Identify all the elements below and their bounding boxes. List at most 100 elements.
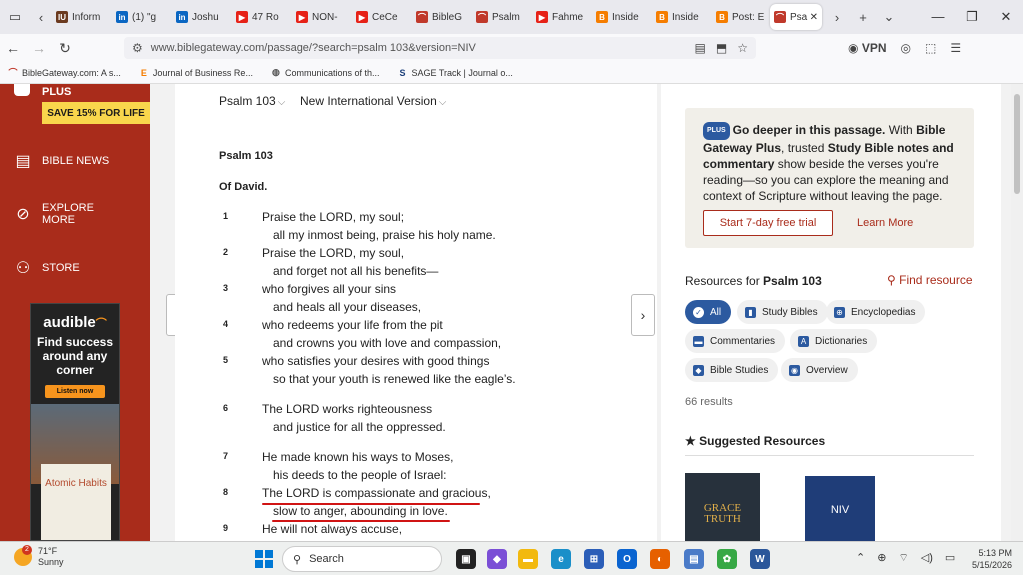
verse-line: The LORD works righteousness [262,402,433,416]
restore-icon[interactable]: ❐ [955,9,989,25]
bookmark-favicon: E [140,67,147,78]
task-view-icon[interactable]: ▣ [456,549,476,569]
chevron-up-icon[interactable]: ⌃ [856,551,865,565]
chevron-right-icon: › [640,307,646,323]
book-selector[interactable]: Psalm 103 ⌵ [219,94,285,108]
notepad-icon[interactable]: ▤ [684,549,704,569]
forward-icon[interactable]: → [26,40,52,56]
account-icon[interactable]: ◎ [901,41,911,55]
vpn-button[interactable]: ◉ VPN [848,41,887,55]
suggested-book-grace-truth[interactable]: GRACE TRUTH [685,473,760,541]
bookmark-item[interactable]: ⌒ BibleGateway.com: A s... [8,68,120,79]
tab-label: Psalm [492,11,520,23]
sidebar-item-bible-news[interactable]: ▤ BIBLE NEWS [12,150,109,172]
tab-favicon: B [656,11,668,23]
store-icon: ⚇ [15,260,31,277]
suggested-book-niv[interactable]: NIV [805,476,875,541]
bookmark-item[interactable]: ◍ Communications of th... [271,67,379,78]
reload-icon[interactable]: ↻ [52,40,78,57]
tab-7[interactable]: ⌒ Psalm [472,4,530,30]
promo-text: PLUS Go deeper in this passage. With Bibl… [703,122,954,203]
tab-3[interactable]: ▶ 47 Ro [232,4,290,30]
window-close-icon[interactable]: ✕ [989,9,1023,25]
verse-number: 1 [223,211,229,221]
site-info-icon[interactable]: ⚙ [132,41,143,55]
clock-date: 5/15/2026 [971,560,1012,570]
chip-label: All [710,306,722,318]
tab-2[interactable]: in Joshu [172,4,230,30]
news-icon: ▤ [15,153,31,170]
tab-1[interactable]: in (1) "g [112,4,170,30]
taskbar-search[interactable]: ⚲ Search [282,546,442,572]
filter-chip[interactable]: ⊕ Encyclopedias [826,300,926,324]
scrollbar-thumb[interactable] [1014,94,1020,194]
back-icon[interactable]: ← [0,40,26,56]
filter-chip[interactable]: ◆ Bible Studies [685,358,779,382]
tab-favicon: ⌒ [476,11,488,23]
sidebar-item-store[interactable]: ⚇ STORE [12,257,80,279]
widgets-icon[interactable]: ◆ [487,549,507,569]
start-button[interactable] [255,550,273,568]
clock[interactable]: 5:13 PM 5/15/2026 [966,547,1012,571]
store-app-icon[interactable]: ⊞ [584,549,604,569]
bookmark-item[interactable]: S SAGE Track | Journal o... [398,67,512,78]
bookmark-star-icon[interactable]: ☆ [737,41,748,55]
chip-icon: ▬ [693,335,704,347]
tab-list-icon[interactable]: ▭ [4,6,26,28]
learn-more-link[interactable]: Learn More [857,217,913,229]
file-explorer-icon[interactable]: ▬ [518,549,538,569]
outlook-icon[interactable]: O [617,549,637,569]
firefox-icon[interactable]: ◐ [650,549,670,569]
tab-0[interactable]: IU Inform [52,4,110,30]
tab-scroll-right-icon[interactable]: › [826,6,848,28]
filter-chip[interactable]: ▮ Study Bibles [737,300,828,324]
verse-number: 3 [223,283,229,293]
listen-now-button[interactable]: Listen now [45,385,105,398]
tab-11[interactable]: B Post: E [712,4,770,30]
gateway-logo-icon[interactable] [14,84,30,96]
find-resource-link[interactable]: ⚲ Find resource [887,273,973,287]
next-chapter-button[interactable]: › [631,294,655,336]
tab-8[interactable]: ▶ Fahme [532,4,590,30]
tab-6[interactable]: ⌒ BibleG [412,4,470,30]
save-banner-button[interactable]: SAVE 15% FOR LIFE [42,102,150,124]
wifi-icon[interactable]: ⌔ [898,551,908,565]
free-trial-button[interactable]: Start 7-day free trial [703,210,833,236]
extensions-icon[interactable]: ⬚ [925,41,936,55]
new-tab-icon[interactable]: + [852,6,874,28]
tab-active[interactable]: ⌒ Psa ✕ [770,4,822,30]
battery-icon[interactable]: ▭ [945,551,955,565]
passage-subtitle: Of David. [219,181,268,193]
chevron-down-icon[interactable]: ⌄ [878,6,900,28]
version-selector[interactable]: New International Version ⌵ [300,94,446,108]
tab-4[interactable]: ▶ NON- [292,4,350,30]
filter-chip[interactable]: ▬ Commentaries [685,329,786,353]
bookmark-item[interactable]: E Journal of Business Re... [139,68,253,78]
filter-chip[interactable]: ◉ Overview [781,358,858,382]
volume-icon[interactable]: ◁) [921,551,933,565]
chip-label: Overview [806,364,848,376]
network-app-icon[interactable]: ⊕ [877,551,886,565]
tab-favicon: B [716,11,728,23]
close-icon[interactable]: ✕ [810,12,818,23]
edge-icon[interactable]: e [551,549,571,569]
tab-5[interactable]: ▶ CeCe [352,4,410,30]
suggested-resources-heading: ★ Suggested Resources [685,434,826,448]
save-to-pocket-icon[interactable]: ⬒ [716,41,727,55]
app-icon[interactable]: ✿ [717,549,737,569]
minimize-icon[interactable]: — [921,9,955,25]
tab-10[interactable]: B Inside [652,4,710,30]
weather-widget[interactable]: 2 71°F Sunny [14,545,64,568]
filter-chip[interactable]: A Dictionaries [790,329,878,353]
bookmark-favicon: S [399,67,406,78]
chip-icon: A [798,335,809,347]
sidebar-item-explore-more[interactable]: ⊘ EXPLORE MORE [12,202,94,226]
word-icon[interactable]: W [750,549,770,569]
filter-chip[interactable]: ✓ All [685,300,732,324]
address-bar[interactable]: ⚙ www.biblegateway.com/passage/?search=p… [124,37,756,59]
audible-ad[interactable]: audible⌒ Find success around any corner … [30,303,120,541]
tab-scroll-left-icon[interactable]: ‹ [30,6,52,28]
reader-view-icon[interactable]: ▤ [695,41,706,55]
tab-9[interactable]: B Inside [592,4,650,30]
menu-icon[interactable]: ☰ [950,41,961,55]
